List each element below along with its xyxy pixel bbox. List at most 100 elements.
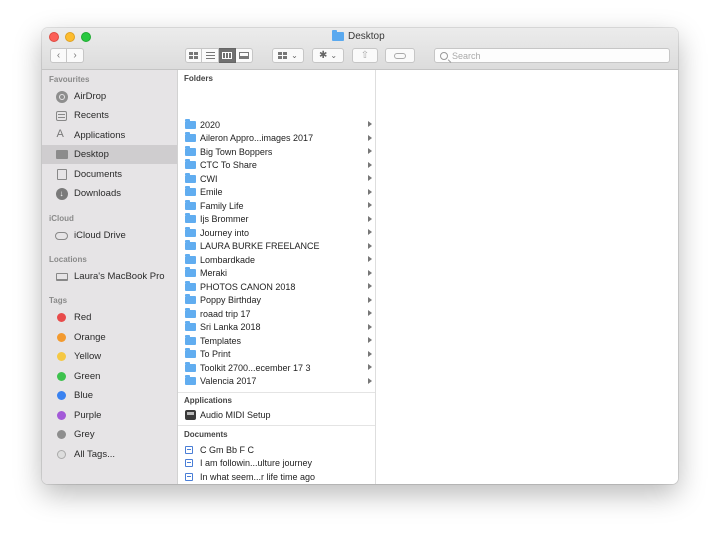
edit-tags-button[interactable] xyxy=(385,48,415,63)
group-by-button[interactable]: ⌄ xyxy=(272,48,304,63)
list-item-folder[interactable]: Valencia 2017 xyxy=(178,375,375,389)
forward-button[interactable]: › xyxy=(67,48,84,63)
action-button[interactable]: ✱ ⌄ xyxy=(312,48,344,63)
list-item-folder[interactable]: PHOTOS CANON 2018 xyxy=(178,280,375,294)
gear-icon: ✱ xyxy=(318,50,328,61)
sidebar-item-label: AirDrop xyxy=(74,91,107,102)
search-field[interactable] xyxy=(434,48,670,63)
list-item-document[interactable]: I am followin...ulture journey xyxy=(178,457,375,471)
list-item-document[interactable]: C Gm Bb F C xyxy=(178,443,375,457)
airdrop-icon xyxy=(55,90,68,103)
sidebar-item-icloud-drive[interactable]: iCloud Drive xyxy=(42,226,177,245)
disclosure-arrow-icon xyxy=(368,256,372,262)
tag-red-icon xyxy=(57,313,66,322)
icon-view-button[interactable] xyxy=(185,48,202,63)
item-label: Toolkit 2700...ecember 17 3 xyxy=(200,362,311,373)
disclosure-arrow-icon xyxy=(368,229,372,235)
list-item-folder[interactable]: Lombardkade xyxy=(178,253,375,267)
folder-icon xyxy=(185,321,196,332)
disclosure-arrow-icon xyxy=(368,296,372,303)
item-label: CTC To Share xyxy=(200,160,257,171)
column-view-button[interactable] xyxy=(219,48,236,63)
tag-purple-icon xyxy=(57,411,66,420)
sidebar-item-tag-green[interactable]: Green xyxy=(42,367,177,386)
tag-orange-icon xyxy=(57,333,66,342)
list-item-folder[interactable]: Ijs Brommer xyxy=(178,213,375,227)
close-window-button[interactable] xyxy=(49,32,59,42)
sidebar-item-tag-grey[interactable]: Grey xyxy=(42,425,177,444)
browser-column-1: Folders 2020 Aileron Appro...images 2017 B… xyxy=(178,70,376,484)
finder-window: Desktop ‹ › ⌄ ✱ ⌄ ⇧ Search Favourites Ai… xyxy=(42,28,678,484)
folder-icon xyxy=(185,240,196,251)
list-item-folder[interactable]: Templates xyxy=(178,334,375,348)
folder-icon xyxy=(185,226,196,237)
disclosure-arrow-icon xyxy=(368,202,372,208)
tag-blue-icon xyxy=(57,391,66,400)
list-view-icon xyxy=(205,52,215,59)
sidebar-item-tag-yellow[interactable]: Yellow xyxy=(42,347,177,366)
desktop-icon xyxy=(55,150,68,159)
list-item-folder[interactable]: Journey into xyxy=(178,226,375,240)
section-divider xyxy=(178,392,375,393)
list-item-folder[interactable]: Poppy Birthday xyxy=(178,294,375,308)
chevron-down-icon: ⌄ xyxy=(330,51,338,60)
list-item-folder[interactable]: Sri Lanka 2018 xyxy=(178,321,375,335)
sidebar-item-macbook[interactable]: Laura's MacBook Pro xyxy=(42,267,177,286)
sidebar-item-tag-purple[interactable]: Purple xyxy=(42,406,177,425)
chevron-left-icon: ‹ xyxy=(56,50,61,61)
disclosure-arrow-icon xyxy=(368,175,372,181)
tag-icon xyxy=(394,52,406,59)
list-item-folder[interactable]: Emile xyxy=(178,186,375,200)
list-item-folder[interactable]: 2020 xyxy=(178,118,375,132)
list-item-folder[interactable]: To Print xyxy=(178,348,375,362)
list-item-application[interactable]: Audio MIDI Setup xyxy=(178,408,375,422)
list-item-folder[interactable]: Toolkit 2700...ecember 17 3 xyxy=(178,361,375,375)
sidebar-item-applications[interactable]: Applications xyxy=(42,126,177,145)
sidebar-item-airdrop[interactable]: AirDrop xyxy=(42,87,177,106)
zoom-window-button[interactable] xyxy=(81,32,91,42)
item-label: Audio MIDI Setup xyxy=(200,409,271,420)
sidebar-item-all-tags[interactable]: All Tags... xyxy=(42,445,177,464)
item-label: Aileron Appro...images 2017 xyxy=(200,133,314,144)
list-item-folder[interactable]: CTC To Share xyxy=(178,159,375,173)
minimize-window-button[interactable] xyxy=(65,32,75,42)
search-input[interactable] xyxy=(452,50,652,61)
laptop-icon xyxy=(55,272,68,281)
gallery-view-button[interactable] xyxy=(236,48,253,63)
list-item-folder[interactable]: Family Life xyxy=(178,199,375,213)
share-button[interactable]: ⇧ xyxy=(352,48,378,63)
list-item-folder[interactable]: Aileron Appro...images 2017 xyxy=(178,132,375,146)
folder-icon xyxy=(185,199,196,210)
sidebar-item-downloads[interactable]: ↓ Downloads xyxy=(42,184,177,203)
sidebar: Favourites AirDrop Recents Applications … xyxy=(42,70,178,484)
sidebar-item-recents[interactable]: Recents xyxy=(42,106,177,125)
folder-icon xyxy=(332,30,344,41)
document-icon xyxy=(185,445,193,454)
share-icon: ⇧ xyxy=(360,50,370,61)
list-item-document[interactable]: In what seem...r life time ago xyxy=(178,470,375,484)
sidebar-item-tag-orange[interactable]: Orange xyxy=(42,328,177,347)
group-control: ⌄ xyxy=(272,48,304,63)
item-label: Sri Lanka 2018 xyxy=(200,322,261,333)
folder-icon xyxy=(185,186,196,197)
sidebar-item-tag-red[interactable]: Red xyxy=(42,308,177,327)
sidebar-item-label: Laura's MacBook Pro xyxy=(74,271,165,282)
search-icon xyxy=(440,51,448,60)
sidebar-item-label: iCloud Drive xyxy=(74,230,126,241)
sidebar-item-tag-blue[interactable]: Blue xyxy=(42,386,177,405)
list-item-document[interactable]: Interview Qu...ns - Answered xyxy=(178,484,375,485)
sidebar-item-documents[interactable]: Documents xyxy=(42,165,177,184)
list-item-folder[interactable]: LAURA BURKE FREELANCE xyxy=(178,240,375,254)
disclosure-arrow-icon xyxy=(368,364,372,370)
folder-icon xyxy=(185,334,196,345)
list-item-folder[interactable]: Big Town Boppers xyxy=(178,145,375,159)
disclosure-arrow-icon xyxy=(368,188,372,195)
sidebar-item-desktop[interactable]: Desktop xyxy=(42,145,177,164)
navigation-buttons: ‹ › xyxy=(50,48,84,63)
list-view-button[interactable] xyxy=(202,48,219,63)
list-item-folder[interactable]: CWI xyxy=(178,172,375,186)
list-item-folder[interactable]: Meraki xyxy=(178,267,375,281)
back-button[interactable]: ‹ xyxy=(50,48,67,63)
list-item-folder[interactable]: roaad trip 17 xyxy=(178,307,375,321)
item-label: Ijs Brommer xyxy=(200,214,249,225)
